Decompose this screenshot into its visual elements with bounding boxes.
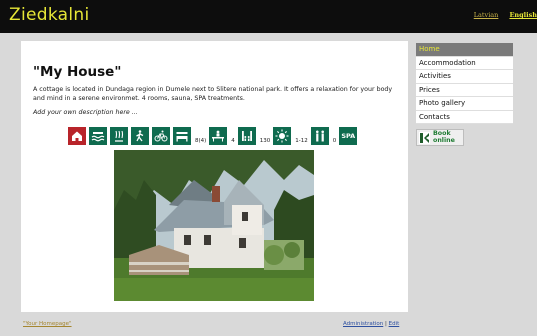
- footer-links: Administration | Edit: [343, 321, 399, 327]
- spa-icon: SPA: [339, 127, 358, 145]
- administration-link[interactable]: Administration: [343, 321, 383, 327]
- language-link-english[interactable]: English: [509, 11, 537, 19]
- site-logo[interactable]: Ziedkalni: [9, 5, 90, 25]
- booking-logo-icon: [419, 131, 430, 144]
- book-online-label: Book online: [433, 130, 455, 144]
- menu-item-photo-gallery[interactable]: Photo gallery: [416, 97, 513, 111]
- swimming-icon: [89, 127, 107, 145]
- bed-icon: [173, 127, 191, 145]
- online-label: online: [433, 136, 455, 144]
- amenities-bar: 8(4) 4 130 1-12 0 SPA: [68, 127, 360, 145]
- family-count: 0: [332, 138, 337, 144]
- homepage-link[interactable]: "Your Homepage": [23, 321, 72, 327]
- page-title: "My House": [33, 64, 122, 80]
- menu-item-contacts[interactable]: Contacts: [416, 111, 513, 124]
- bicycle-icon: [152, 127, 170, 145]
- top-bar: Ziedkalni Latvian English: [0, 0, 537, 33]
- side-menu: Home Accommodation Activities Prices Pho…: [416, 43, 513, 124]
- edit-link[interactable]: Edit: [389, 321, 400, 327]
- menu-item-activities[interactable]: Activities: [416, 70, 513, 84]
- family-icon: [310, 127, 329, 145]
- conference-count: 4: [231, 138, 235, 144]
- own-description-placeholder: Add your own description here ...: [33, 109, 138, 116]
- content-panel: "My House" A cottage is located in Dunda…: [21, 41, 408, 312]
- menu-item-accommodation[interactable]: Accommodation: [416, 57, 513, 70]
- audience-icon: [237, 127, 256, 145]
- menu-item-home[interactable]: Home: [416, 43, 513, 57]
- sun-icon: [273, 127, 292, 145]
- conference-icon: [209, 127, 228, 145]
- book-online-button[interactable]: Book online: [416, 129, 464, 146]
- bed-count: 8(4): [195, 138, 207, 144]
- sauna-icon: [110, 127, 128, 145]
- property-description: A cottage is located in Dundaga region i…: [33, 86, 393, 102]
- audience-count: 130: [259, 138, 271, 144]
- house-icon: [68, 127, 86, 145]
- menu-item-prices[interactable]: Prices: [416, 84, 513, 97]
- hiking-icon: [131, 127, 149, 145]
- season-months: 1-12: [295, 138, 308, 144]
- language-link-latvian[interactable]: Latvian: [474, 11, 499, 19]
- spa-icon-label: SPA: [341, 132, 356, 140]
- house-photo: [114, 150, 314, 301]
- footer-separator: |: [385, 321, 387, 327]
- language-switcher: Latvian English: [465, 11, 537, 19]
